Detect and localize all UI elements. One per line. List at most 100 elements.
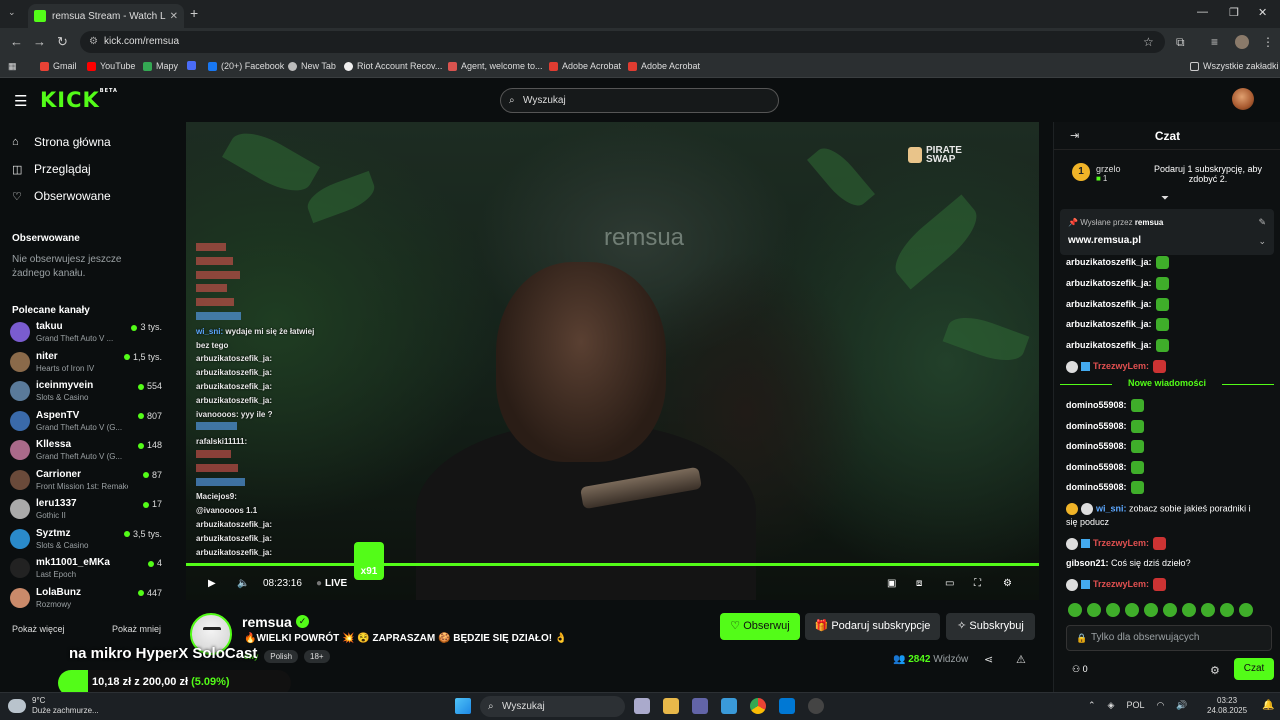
recommended-channel[interactable]: AspenTV Grand Theft Auto V (G... 807 bbox=[10, 408, 162, 433]
subscribe-button[interactable]: ✧ Subskrybuj bbox=[946, 613, 1035, 640]
notification-bell-icon[interactable]: 🔔 bbox=[1262, 700, 1274, 711]
kick-logo[interactable]: KICKBETA bbox=[40, 88, 118, 112]
tray-chevron-icon[interactable]: ⌃ bbox=[1088, 700, 1096, 711]
chat-username[interactable]: arbuzikatoszefik_ja: bbox=[1066, 278, 1152, 288]
emote-icon[interactable] bbox=[1144, 603, 1158, 617]
chat-send-button[interactable]: Czat bbox=[1234, 658, 1274, 680]
teams-icon[interactable] bbox=[692, 698, 708, 714]
steam-icon[interactable] bbox=[808, 698, 824, 714]
chat-username[interactable]: domino55908: bbox=[1066, 441, 1127, 451]
volume-icon[interactable]: 🔈 bbox=[237, 578, 249, 589]
profile-avatar-icon[interactable] bbox=[1235, 35, 1249, 49]
recommended-channel[interactable]: niter Hearts of Iron IV 1,5 tys. bbox=[10, 349, 162, 374]
chat-username[interactable]: domino55908: bbox=[1066, 462, 1127, 472]
settings-gear-icon[interactable]: ⚙ bbox=[1003, 578, 1012, 589]
speaker-icon[interactable]: 🔊 bbox=[1176, 700, 1187, 711]
windows-start-icon[interactable] bbox=[455, 698, 471, 714]
back-arrow-icon[interactable]: ← bbox=[10, 34, 23, 49]
emote-icon[interactable] bbox=[1125, 603, 1139, 617]
chat-username[interactable]: domino55908: bbox=[1066, 420, 1127, 430]
bookmark-agent[interactable]: Agent, welcome to... bbox=[448, 61, 543, 71]
chat-username[interactable]: arbuzikatoszefik_ja: bbox=[1066, 319, 1152, 329]
chat-settings-gear-icon[interactable]: ⚙ bbox=[1210, 664, 1220, 677]
extensions-icon[interactable]: ⧉ bbox=[1176, 35, 1185, 50]
chat-input[interactable]: 🔒 Tylko dla obserwujących bbox=[1066, 625, 1272, 651]
app-icon[interactable] bbox=[721, 698, 737, 714]
weather-widget[interactable]: 9°C Duże zachmurze... bbox=[8, 696, 99, 716]
search-input[interactable]: ⌕ Wyszukaj bbox=[500, 88, 779, 113]
store-icon[interactable] bbox=[779, 698, 795, 714]
tab-search-chevron-icon[interactable]: ⌄ bbox=[8, 7, 16, 18]
close-tab-icon[interactable]: ✕ bbox=[170, 11, 178, 22]
recommended-channel[interactable]: takuu Grand Theft Auto V ... 3 tys. bbox=[10, 319, 162, 344]
emote-icon[interactable] bbox=[1163, 603, 1177, 617]
bookmark-unnamed[interactable] bbox=[187, 61, 200, 70]
expand-pinned-icon[interactable]: ⏷ bbox=[1161, 193, 1169, 204]
fullscreen-icon[interactable]: ⛶ bbox=[974, 578, 981, 589]
browser-menu-icon[interactable]: ⋮ bbox=[1262, 35, 1274, 49]
report-warning-icon[interactable]: ⚠ bbox=[1016, 653, 1026, 666]
recommended-channel[interactable]: mk11001_eMKa Last Epoch 4 bbox=[10, 555, 162, 580]
url-field[interactable]: ⚙ kick.com/remsua bbox=[80, 31, 1165, 53]
pinned-message[interactable]: 📌 Wysłane przez remsua www.remsua.pl ✎ ⌄ bbox=[1060, 209, 1274, 255]
emote-icon[interactable] bbox=[1182, 603, 1196, 617]
bookmark-facebook[interactable]: (20+) Facebook bbox=[208, 61, 284, 71]
recommended-channel[interactable]: Kllessa Grand Theft Auto V (G... 148 bbox=[10, 437, 162, 462]
chat-username[interactable]: arbuzikatoszefik_ja: bbox=[1066, 298, 1152, 308]
task-view-icon[interactable] bbox=[634, 698, 650, 714]
browser-tab[interactable]: remsua Stream - Watch Live on Kick ✕ bbox=[28, 4, 184, 28]
emote-icon[interactable] bbox=[1106, 603, 1120, 617]
reading-list-icon[interactable]: ≡ bbox=[1211, 35, 1218, 49]
nav-following[interactable]: ♡ Obserwowane bbox=[12, 189, 111, 203]
miniplayer-icon[interactable]: ▣ bbox=[887, 578, 896, 589]
chrome-icon[interactable] bbox=[750, 698, 766, 714]
emote-icon[interactable] bbox=[1068, 603, 1082, 617]
bookmark-riot[interactable]: Riot Account Recov... bbox=[344, 61, 442, 71]
wifi-icon[interactable]: ◠ bbox=[1156, 700, 1164, 711]
reload-icon[interactable]: ↻ bbox=[57, 34, 68, 50]
chat-username[interactable]: TrzezwyLem: bbox=[1093, 579, 1149, 589]
share-icon[interactable]: ⋖ bbox=[984, 653, 993, 666]
gift-promo-text[interactable]: Podaruj 1 subskrypcję, aby zdobyć 2. bbox=[1146, 164, 1270, 184]
chat-username[interactable]: domino55908: bbox=[1066, 400, 1127, 410]
channel-points[interactable]: ⚇ 0 bbox=[1072, 664, 1088, 675]
chat-username[interactable]: domino55908: bbox=[1066, 482, 1127, 492]
tag-age[interactable]: 18+ bbox=[304, 650, 330, 663]
unpin-icon[interactable]: ✎ bbox=[1258, 217, 1266, 228]
bookmark-new-tab[interactable]: New Tab bbox=[288, 61, 336, 71]
maximize-icon[interactable]: ❐ bbox=[1229, 6, 1239, 19]
recommended-channel[interactable]: Carrioner Front Mission 1st: Remake 87 bbox=[10, 467, 162, 492]
theater-mode-icon[interactable]: ▭ bbox=[945, 578, 954, 589]
emote-icon[interactable] bbox=[1201, 603, 1215, 617]
show-more-button[interactable]: Pokaż więcej bbox=[12, 624, 65, 634]
file-explorer-icon[interactable] bbox=[663, 698, 679, 714]
apps-grid-icon[interactable]: ▦ bbox=[8, 61, 17, 72]
follow-button[interactable]: ♡ Obserwuj bbox=[720, 613, 800, 640]
play-icon[interactable]: ▶ bbox=[208, 578, 216, 589]
nav-home[interactable]: ⌂ Strona główna bbox=[12, 135, 111, 149]
close-window-icon[interactable]: ✕ bbox=[1258, 6, 1267, 19]
recommended-channel[interactable]: leru1337 Gothic II 17 bbox=[10, 496, 162, 521]
emote-icon[interactable] bbox=[1220, 603, 1234, 617]
chat-username[interactable]: TrzezwyLem: bbox=[1093, 361, 1149, 371]
network-icon[interactable]: ◈ bbox=[1108, 700, 1115, 711]
bookmark-adobe-1[interactable]: Adobe Acrobat bbox=[549, 61, 621, 71]
new-tab-plus-icon[interactable]: + bbox=[190, 5, 198, 21]
tag-language[interactable]: Polish bbox=[264, 650, 299, 663]
minimize-icon[interactable]: — bbox=[1197, 6, 1208, 18]
show-less-button[interactable]: Pokaż mniej bbox=[112, 624, 161, 634]
bookmark-star-icon[interactable]: ☆ bbox=[1143, 35, 1154, 49]
nav-browse[interactable]: ◫ Przeglądaj bbox=[12, 162, 91, 176]
streamer-name[interactable]: remsua bbox=[242, 614, 292, 630]
live-label[interactable]: LIVE bbox=[325, 578, 347, 589]
chat-username[interactable]: gibson21: bbox=[1066, 558, 1109, 568]
chat-username[interactable]: arbuzikatoszefik_ja: bbox=[1066, 340, 1152, 350]
bookmark-adobe-2[interactable]: Adobe Acrobat bbox=[628, 61, 700, 71]
hamburger-menu-icon[interactable]: ☰ bbox=[14, 92, 27, 110]
bookmark-youtube[interactable]: YouTube bbox=[87, 61, 135, 71]
new-messages-divider[interactable]: Nowe wiadomości bbox=[1060, 378, 1274, 390]
chat-username[interactable]: wi_sni: bbox=[1096, 503, 1127, 513]
bookmark-gmail[interactable]: Gmail bbox=[40, 61, 77, 71]
emote-icon[interactable] bbox=[1087, 603, 1101, 617]
forward-arrow-icon[interactable]: → bbox=[33, 34, 46, 49]
